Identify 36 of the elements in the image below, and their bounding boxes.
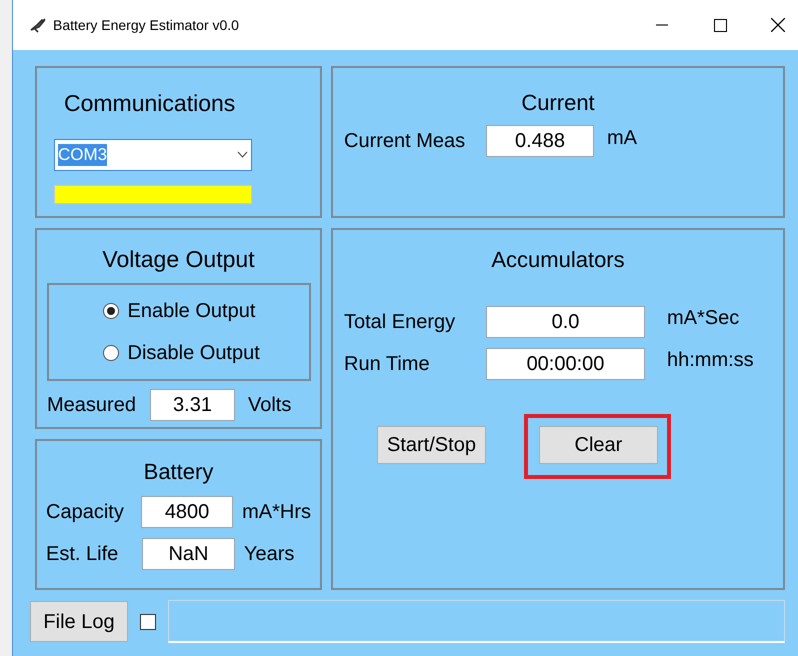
file-log-button[interactable]: File Log — [30, 601, 128, 642]
panel-title: Voltage Output — [102, 245, 255, 274]
value-field[interactable]: NaN — [142, 538, 235, 570]
output-radio[interactable]: Enable Output — [102, 296, 308, 326]
field-label: Capacity — [46, 500, 125, 525]
panel-title: Current — [521, 89, 595, 117]
value-field[interactable]: 0.0 — [486, 306, 645, 338]
unit-label: mA — [607, 126, 637, 151]
value-field[interactable]: 00:00:00 — [486, 348, 645, 380]
unit-label: Years — [244, 542, 294, 567]
unit-label: mA*Hrs — [242, 500, 311, 525]
field-label: Total Energy — [344, 310, 456, 335]
unit-label: hh:mm:ss — [667, 348, 754, 373]
value-field[interactable]: 4800 — [141, 496, 234, 528]
log-path-field[interactable] — [168, 600, 785, 643]
action-button[interactable]: Start/Stop — [377, 426, 486, 464]
value-field[interactable]: 3.31 — [150, 388, 235, 420]
panel-title: Accumulators — [491, 246, 625, 274]
close-icon — [771, 18, 785, 32]
unit-label: mA*Sec — [667, 306, 740, 331]
bug-icon — [29, 17, 47, 33]
unit-label: Volts — [248, 392, 292, 418]
chevron-down-icon — [237, 151, 248, 158]
port-value: COM3 — [58, 144, 108, 166]
output-radio[interactable]: Disable Output — [102, 338, 308, 368]
maximize-icon — [714, 18, 726, 32]
measured-label: Measured — [47, 392, 137, 418]
window-title: Battery Energy Estimator v0.0 — [53, 16, 239, 35]
panel-title: Battery — [144, 458, 214, 486]
log-checkbox[interactable] — [140, 614, 156, 630]
action-button[interactable]: Clear — [538, 426, 658, 464]
field-label: Est. Life — [46, 542, 120, 567]
field-label: Run Time — [344, 352, 431, 377]
field-label: Current Meas — [344, 129, 466, 154]
value-field[interactable]: 0.488 — [486, 125, 594, 157]
panel-title: Communications — [64, 89, 236, 118]
